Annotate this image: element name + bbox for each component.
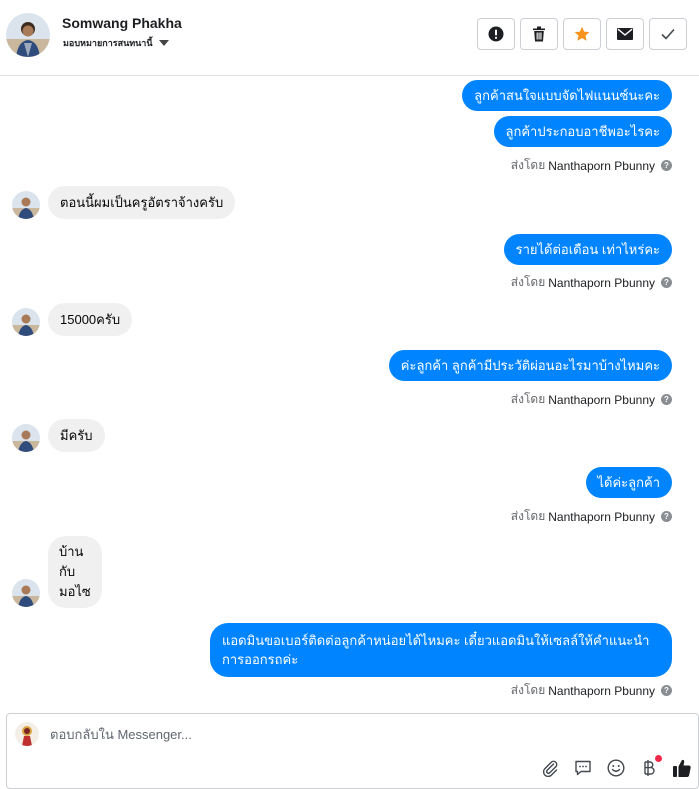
message-outgoing[interactable]: รายได้ต่อเดือน เท่าไหร่คะ: [503, 234, 672, 265]
paperclip-icon: [542, 760, 558, 777]
payment-button[interactable]: [639, 755, 662, 778]
saved-replies-button[interactable]: [573, 758, 593, 778]
contact-avatar-small: [12, 579, 40, 607]
message-outgoing[interactable]: แอดมินขอเบอร์ติดต่อลูกค้าหน่อยได้ไหมคะ เ…: [210, 623, 672, 677]
message-thread[interactable]: ลูกค้าสนใจแบบจัดไฟแนนซ์นะคะ ลูกค้าประกอบ…: [0, 76, 699, 712]
star-button[interactable]: [563, 18, 601, 50]
help-icon[interactable]: ?: [661, 685, 672, 696]
sent-by-prefix: ส่งโดย: [510, 275, 546, 289]
sent-by-prefix: ส่งโดย: [510, 392, 546, 406]
assign-conversation-dropdown[interactable]: มอบหมายการสนทนานี้: [63, 36, 169, 50]
contact-avatar-small: [12, 424, 40, 452]
notification-dot: [655, 755, 662, 762]
sent-by-label: ส่งโดย Nanthaporn Pbunny ?: [511, 390, 672, 409]
message-incoming[interactable]: มีครับ: [48, 419, 105, 452]
thumbs-up-icon: [673, 759, 691, 777]
emoji-button[interactable]: [606, 758, 626, 778]
page-avatar: [15, 722, 39, 746]
caret-down-icon: [158, 40, 169, 46]
help-icon[interactable]: ?: [661, 511, 672, 522]
sent-by-agent: Nanthaporn Pbunny: [548, 158, 655, 173]
delete-button[interactable]: [520, 18, 558, 50]
star-icon: [574, 26, 590, 41]
mark-done-button[interactable]: [649, 18, 687, 50]
sent-by-agent: Nanthaporn Pbunny: [548, 392, 655, 407]
contact-avatar[interactable]: [6, 13, 50, 57]
trash-icon: [533, 26, 545, 42]
like-button[interactable]: [672, 758, 692, 778]
reply-input[interactable]: [50, 727, 550, 742]
sent-by-prefix: ส่งโดย: [510, 509, 546, 523]
emoji-icon: [607, 759, 625, 777]
help-icon[interactable]: ?: [661, 394, 672, 405]
sent-by-label: ส่งโดย Nanthaporn Pbunny ?: [511, 507, 672, 526]
report-button[interactable]: [477, 18, 515, 50]
sent-by-prefix: ส่งโดย: [510, 683, 546, 697]
assign-label: มอบหมายการสนทนานี้: [63, 38, 153, 48]
help-icon[interactable]: ?: [661, 160, 672, 171]
reply-composer: [6, 713, 699, 789]
baht-payment-icon: [644, 760, 655, 776]
header-actions: [477, 18, 687, 50]
message-incoming[interactable]: 15000ครับ: [48, 303, 133, 336]
help-icon[interactable]: ?: [661, 277, 672, 288]
composer-toolbar: [540, 755, 692, 778]
sent-by-prefix: ส่งโดย: [510, 158, 546, 172]
message-incoming[interactable]: ตอนนี้ผมเป็นครูอัตราจ้างครับ: [48, 186, 236, 219]
contact-avatar-small: [12, 308, 40, 336]
contact-name[interactable]: Somwang Phakha: [62, 15, 182, 31]
report-icon: [488, 26, 504, 42]
conversation-header: Somwang Phakha มอบหมายการสนทนานี้: [0, 0, 699, 76]
message-outgoing[interactable]: ลูกค้าประกอบอาชีพอะไรคะ: [493, 116, 672, 147]
checkmark-icon: [661, 28, 675, 40]
sent-by-label: ส่งโดย Nanthaporn Pbunny ?: [511, 273, 672, 292]
sent-by-label: ส่งโดย Nanthaporn Pbunny ?: [511, 681, 672, 700]
message-outgoing[interactable]: ค่ะลูกค้า ลูกค้ามีประวัติผ่อนอะไรมาบ้างไ…: [388, 350, 672, 381]
sent-by-agent: Nanthaporn Pbunny: [548, 509, 655, 524]
message-outgoing[interactable]: ได้ค่ะลูกค้า: [585, 467, 672, 498]
attach-button[interactable]: [540, 758, 560, 778]
envelope-icon: [617, 28, 633, 40]
sent-by-agent: Nanthaporn Pbunny: [548, 275, 655, 290]
sent-by-agent: Nanthaporn Pbunny: [548, 683, 655, 698]
contact-avatar-small: [12, 191, 40, 219]
message-incoming[interactable]: บ้าน กับ มอไซ: [48, 536, 102, 608]
mark-unread-button[interactable]: [606, 18, 644, 50]
sent-by-label: ส่งโดย Nanthaporn Pbunny ?: [511, 156, 672, 175]
saved-reply-icon: [575, 760, 591, 776]
message-outgoing[interactable]: ลูกค้าสนใจแบบจัดไฟแนนซ์นะคะ: [462, 80, 672, 111]
